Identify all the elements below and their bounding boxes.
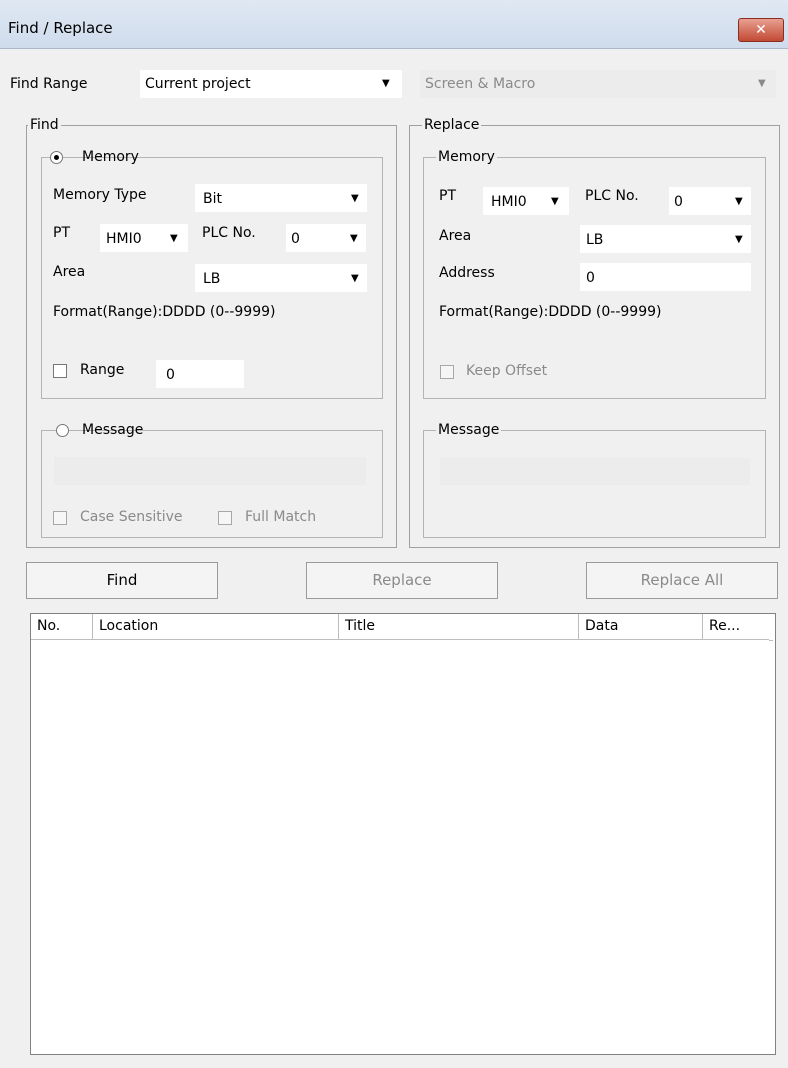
results-list[interactable]: No. Location Title Data Re... (30, 613, 776, 1055)
message-radio[interactable] (56, 424, 69, 437)
find-area-dropdown[interactable]: LB ▼ (195, 264, 367, 292)
full-match-label: Full Match (245, 509, 317, 525)
chevron-down-icon: ▼ (170, 233, 178, 244)
find-plc-dropdown[interactable]: 0 ▼ (286, 224, 366, 252)
find-area-label: Area (53, 264, 86, 280)
replace-button[interactable]: Replace (306, 562, 498, 599)
memory-radio[interactable] (50, 151, 63, 164)
find-range-scope-value: Current project (145, 76, 251, 92)
range-input[interactable]: 0 (156, 360, 244, 388)
close-icon: ✕ (755, 22, 767, 38)
replace-pt-value: HMI0 (491, 194, 527, 210)
memory-radio-label: Memory (82, 149, 139, 165)
column-header-location[interactable]: Location (93, 614, 339, 640)
replace-format-text: Format(Range):DDDD (0--9999) (439, 304, 662, 320)
case-sensitive-checkbox[interactable] (53, 511, 67, 525)
find-range-scope-dropdown[interactable]: Current project ▼ (140, 70, 402, 98)
replace-address-value: 0 (586, 270, 595, 286)
range-value: 0 (166, 367, 175, 383)
keep-offset-checkbox[interactable] (440, 365, 454, 379)
find-legend: Find (28, 117, 61, 133)
case-sensitive-label: Case Sensitive (80, 509, 183, 525)
replace-area-label: Area (439, 228, 472, 244)
find-area-value: LB (203, 271, 221, 287)
chevron-down-icon: ▼ (350, 233, 358, 244)
chevron-down-icon: ▼ (758, 78, 766, 89)
find-message-input (54, 457, 366, 485)
chevron-down-icon: ▼ (551, 196, 559, 207)
range-checkbox[interactable] (53, 364, 67, 378)
close-button[interactable]: ✕ (738, 18, 784, 42)
replace-plc-value: 0 (674, 194, 683, 210)
find-pt-label: PT (53, 225, 70, 241)
chevron-down-icon: ▼ (351, 273, 359, 284)
find-range-target-dropdown: Screen & Macro ▼ (420, 70, 776, 98)
find-pt-value: HMI0 (106, 231, 142, 247)
column-header-no[interactable]: No. (31, 614, 93, 640)
replace-pt-dropdown[interactable]: HMI0 ▼ (483, 187, 569, 215)
find-range-label: Find Range (10, 76, 88, 92)
replace-legend: Replace (422, 117, 482, 133)
replace-pt-label: PT (439, 188, 456, 204)
range-label: Range (80, 362, 125, 378)
memory-type-value: Bit (203, 191, 222, 207)
replace-all-button[interactable]: Replace All (586, 562, 778, 599)
replace-message-input (440, 458, 750, 485)
chevron-down-icon: ▼ (735, 196, 743, 207)
replace-area-value: LB (586, 232, 604, 248)
memory-type-dropdown[interactable]: Bit ▼ (195, 184, 367, 212)
replace-plc-dropdown[interactable]: 0 ▼ (669, 187, 751, 215)
chevron-down-icon: ▼ (351, 193, 359, 204)
find-plc-label: PLC No. (202, 225, 256, 241)
message-radio-label: Message (82, 422, 144, 438)
replace-address-input[interactable]: 0 (580, 263, 751, 291)
replace-plc-label: PLC No. (585, 188, 639, 204)
find-pt-dropdown[interactable]: HMI0 ▼ (100, 224, 188, 252)
replace-message-legend: Message (436, 422, 502, 438)
window-title: Find / Replace (8, 19, 113, 37)
find-plc-value: 0 (291, 231, 300, 247)
memory-type-label: Memory Type (53, 187, 147, 203)
find-range-target-value: Screen & Macro (425, 76, 536, 92)
keep-offset-label: Keep Offset (466, 363, 548, 379)
column-header-re[interactable]: Re... (703, 614, 773, 640)
chevron-down-icon: ▼ (382, 78, 390, 89)
chevron-down-icon: ▼ (735, 234, 743, 245)
full-match-checkbox[interactable] (218, 511, 232, 525)
column-header-title[interactable]: Title (339, 614, 579, 640)
find-button[interactable]: Find (26, 562, 218, 599)
replace-memory-legend: Memory (436, 149, 497, 165)
replace-area-dropdown[interactable]: LB ▼ (580, 225, 751, 253)
column-header-filler (769, 614, 773, 641)
column-header-data[interactable]: Data (579, 614, 703, 640)
replace-address-label: Address (439, 265, 495, 281)
title-bar (0, 0, 788, 49)
find-format-text: Format(Range):DDDD (0--9999) (53, 304, 276, 320)
